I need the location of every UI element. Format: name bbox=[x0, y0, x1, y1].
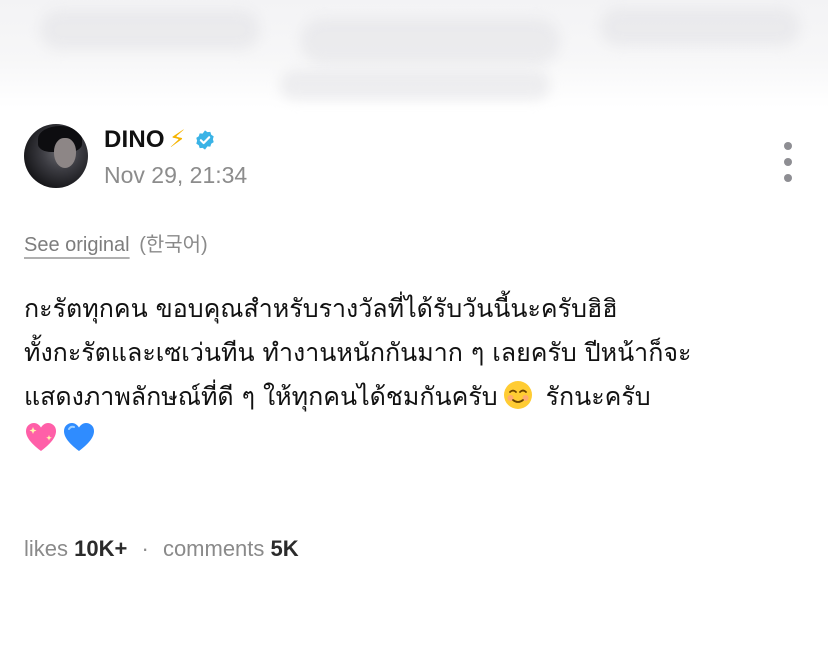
post-timestamp: Nov 29, 21:34 bbox=[104, 162, 248, 188]
avatar[interactable] bbox=[24, 124, 88, 188]
post-stats: likes 10K+ · comments 5K bbox=[24, 536, 299, 562]
stats-separator: · bbox=[141, 536, 149, 561]
comments-label[interactable]: comments bbox=[163, 536, 264, 561]
post-line: กะรัตทุกคน ขอบคุณสำหรับรางวัลที่ได้รับวั… bbox=[24, 294, 618, 323]
author-row: DINO ⚡ bbox=[104, 126, 216, 154]
smiling-face-icon bbox=[503, 381, 532, 409]
blue-heart-icon bbox=[64, 423, 94, 451]
verified-badge-icon bbox=[195, 130, 214, 150]
likes-label[interactable]: likes bbox=[24, 536, 68, 561]
comments-count[interactable]: 5K bbox=[271, 536, 299, 561]
original-language-label: (한국어) bbox=[139, 234, 208, 256]
post-line: รักนะครับ bbox=[545, 382, 651, 411]
post-header: DINO ⚡ Nov 29, 21:34 bbox=[24, 124, 804, 194]
see-original-link[interactable]: See original bbox=[24, 234, 130, 256]
translation-row: See original (한국어) bbox=[24, 228, 208, 257]
likes-count[interactable]: 10K+ bbox=[74, 536, 127, 561]
more-options-icon[interactable] bbox=[782, 142, 794, 182]
lightning-bolt-icon: ⚡ bbox=[168, 126, 186, 153]
heart-emoji-row bbox=[24, 421, 804, 453]
post-body: กะรัตทุกคน ขอบคุณสำหรับรางวัลที่ได้รับวั… bbox=[24, 287, 804, 453]
post-line: แสดงภาพลักษณ์ที่ดี ๆ ให้ทุกคนได้ชมกันครั… bbox=[24, 382, 498, 411]
post-line: ทั้งกะรัตและเซเว่นทีน ทำงานหนักกันมาก ๆ … bbox=[24, 338, 692, 367]
blurred-header-background bbox=[0, 0, 828, 108]
author-name[interactable]: DINO bbox=[104, 126, 165, 154]
post-line-with-emoji: แสดงภาพลักษณ์ที่ดี ๆ ให้ทุกคนได้ชมกันครั… bbox=[24, 375, 804, 419]
sparkling-heart-icon bbox=[26, 423, 56, 451]
avatar-face bbox=[54, 138, 76, 168]
